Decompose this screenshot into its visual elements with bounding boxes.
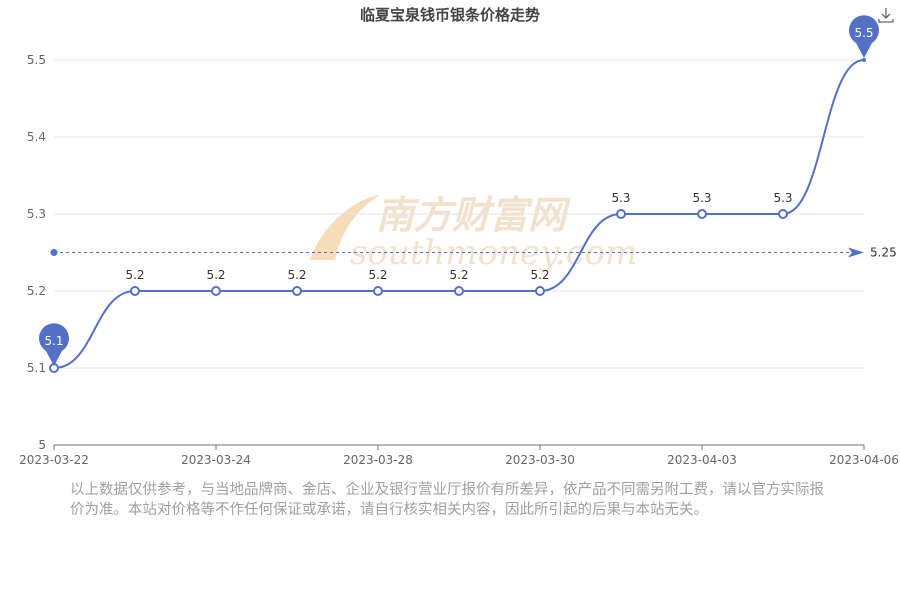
download-icon[interactable] — [875, 4, 897, 26]
data-point[interactable] — [535, 286, 545, 296]
data-label: 5.2 — [449, 268, 468, 282]
data-label: 5.2 — [206, 268, 225, 282]
y-tick-label: 5.5 — [27, 53, 46, 67]
data-label: 5.3 — [692, 191, 711, 205]
data-point[interactable] — [862, 58, 866, 62]
max-value-pin-label: 5.5 — [854, 26, 873, 40]
data-label: 5.2 — [287, 268, 306, 282]
data-label: 5.2 — [368, 268, 387, 282]
y-tick-label: 5.1 — [27, 361, 46, 375]
y-tick-label: 5 — [38, 438, 46, 452]
watermark: 南方财富网 southmoney.com — [310, 192, 637, 273]
x-tick-label: 2023-03-28 — [343, 453, 413, 467]
average-value-label: 5.25 — [870, 246, 897, 260]
data-point[interactable] — [373, 286, 383, 296]
data-point[interactable] — [292, 286, 302, 296]
data-label: 5.2 — [530, 268, 549, 282]
data-label: 5.3 — [773, 191, 792, 205]
y-tick-label: 5.3 — [27, 207, 46, 221]
min-value-pin-label: 5.1 — [44, 334, 63, 348]
x-tick-label: 2023-03-22 — [19, 453, 89, 467]
average-line-start-dot — [50, 249, 58, 256]
data-point[interactable] — [697, 209, 707, 219]
x-tick-label: 2023-03-30 — [505, 453, 575, 467]
data-point[interactable] — [130, 286, 140, 296]
extreme-markers: 5.1 5.5 — [39, 15, 879, 366]
y-tick-label: 5.4 — [27, 130, 46, 144]
data-label: 5.2 — [125, 268, 144, 282]
data-point[interactable] — [616, 209, 626, 219]
x-tick-label: 2023-03-24 — [181, 453, 251, 467]
data-label: 5.3 — [611, 191, 630, 205]
average-line-arrow — [848, 247, 864, 258]
x-tick-label: 2023-04-03 — [667, 453, 737, 467]
data-point[interactable] — [211, 286, 221, 296]
x-tick-label: 2023-04-06 — [829, 453, 899, 467]
y-tick-label: 5.2 — [27, 284, 46, 298]
data-point[interactable] — [454, 286, 464, 296]
data-point[interactable] — [778, 209, 788, 219]
disclaimer-footnote: 以上数据仅供参考，与当地品牌商、金店、企业及银行营业厅报价有所差异，依产品不同需… — [70, 482, 824, 518]
chart-title: 临夏宝泉钱币银条价格走势 — [360, 6, 540, 24]
